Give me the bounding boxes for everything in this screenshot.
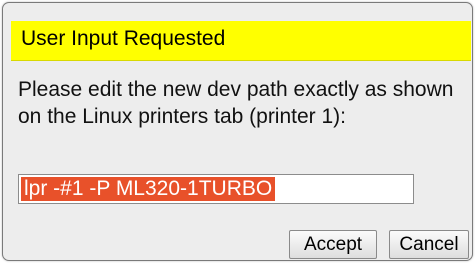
cancel-button[interactable]: Cancel xyxy=(389,230,469,259)
dialog-titlebar: User Input Requested xyxy=(11,21,471,61)
accept-button[interactable]: Accept xyxy=(289,230,377,259)
dev-path-input[interactable]: lpr -#1 -P ML320-1TURBO xyxy=(18,174,414,204)
dialog-title: User Input Requested xyxy=(21,27,226,50)
dev-path-input-value[interactable]: lpr -#1 -P ML320-1TURBO xyxy=(21,177,276,201)
user-input-dialog: User Input Requested Please edit the new… xyxy=(2,2,473,261)
dialog-message: Please edit the new dev path exactly as … xyxy=(18,78,454,128)
